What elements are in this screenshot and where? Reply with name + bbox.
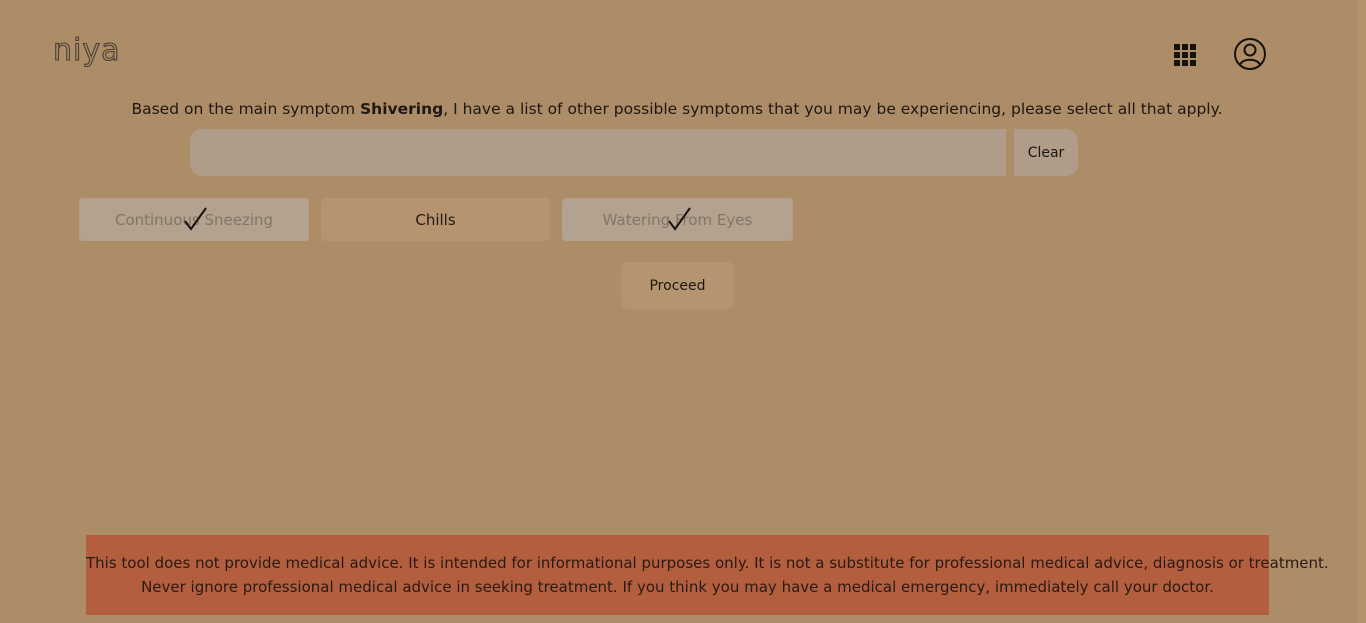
symptom-chip-continuous-sneezing[interactable]: Continuous Sneezing — [79, 198, 309, 241]
prompt-text-before: Based on the main symptom — [131, 100, 361, 118]
symptom-chip-watering-from-eyes[interactable]: Watering From Eyes — [562, 198, 793, 241]
checkmark-icon — [667, 206, 691, 231]
logo-text: niya — [53, 34, 120, 68]
disclaimer-line-2: Never ignore professional medical advice… — [141, 578, 1214, 596]
checkmark-icon — [184, 206, 207, 231]
main-symptom: Shivering — [360, 100, 444, 118]
niya-logo[interactable]: niya — [52, 34, 120, 72]
scrollbar-track[interactable] — [1357, 0, 1366, 623]
symptom-search-field[interactable] — [190, 129, 1006, 176]
clear-button[interactable]: Clear — [1014, 129, 1078, 176]
prompt-text-after: , I have a list of other possible sympto… — [443, 100, 1223, 118]
symptom-search-input[interactable] — [190, 129, 1006, 176]
symptom-prompt: Based on the main symptom Shivering, I h… — [0, 98, 1354, 120]
disclaimer-line-1: This tool does not provide medical advic… — [86, 554, 1329, 572]
medical-disclaimer: This tool does not provide medical advic… — [86, 535, 1329, 615]
apps-grid-icon[interactable] — [1174, 44, 1196, 66]
symptom-chip-label: Chills — [415, 210, 456, 229]
symptom-chip-chills[interactable]: Chills — [321, 198, 550, 241]
account-circle-icon[interactable] — [1233, 37, 1267, 71]
proceed-button[interactable]: Proceed — [621, 262, 734, 309]
